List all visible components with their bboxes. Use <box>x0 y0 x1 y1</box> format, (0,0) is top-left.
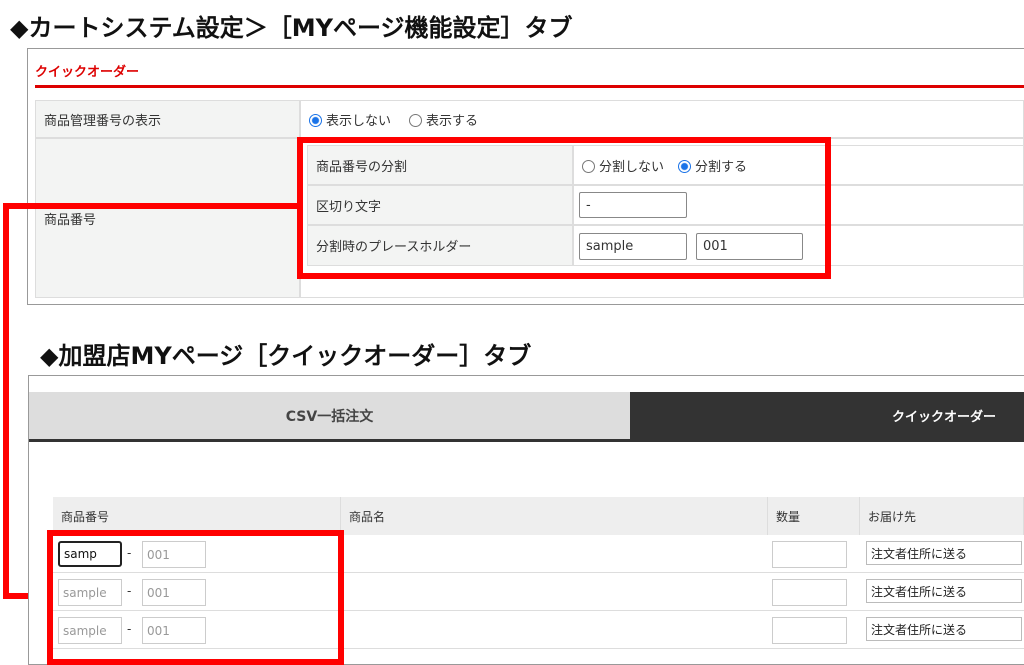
highlight-box-settings <box>297 137 831 279</box>
col-product-name: 商品名 <box>341 497 768 535</box>
heading-mypage: ◆加盟店MYページ［クイックオーダー］タブ <box>40 342 532 370</box>
col-quantity: 数量 <box>768 497 860 535</box>
tab-csv-order[interactable]: CSV一括注文 <box>29 392 630 439</box>
connector-line <box>3 203 9 599</box>
destination-select[interactable]: 注文者住所に送る <box>866 579 1022 603</box>
radio-icon <box>409 113 423 127</box>
tab-quick-order[interactable]: クイックオーダー <box>630 392 1024 439</box>
display-management-number-radios: 表示しない 表示する <box>300 100 1024 138</box>
radio-hide[interactable]: 表示しない <box>309 110 391 129</box>
heading-cart-settings: ◆カートシステム設定＞［MYページ機能設定］タブ <box>10 14 573 42</box>
quantity-input[interactable] <box>772 579 847 606</box>
quantity-input[interactable] <box>772 617 847 644</box>
section-title: クイックオーダー <box>35 65 140 80</box>
label-display-management-number: 商品管理番号の表示 <box>35 100 300 138</box>
destination-select[interactable]: 注文者住所に送る <box>866 617 1022 641</box>
label-product-number: 商品番号 <box>35 138 300 298</box>
section-divider <box>35 85 1024 88</box>
col-destination: お届け先 <box>860 497 1024 535</box>
radio-show[interactable]: 表示する <box>409 110 478 129</box>
radio-icon <box>309 113 322 127</box>
connector-line <box>3 203 300 209</box>
destination-select[interactable]: 注文者住所に送る <box>866 541 1022 565</box>
highlight-box-quickorder <box>47 530 344 665</box>
tab-underline <box>29 439 1024 442</box>
quantity-input[interactable] <box>772 541 847 568</box>
